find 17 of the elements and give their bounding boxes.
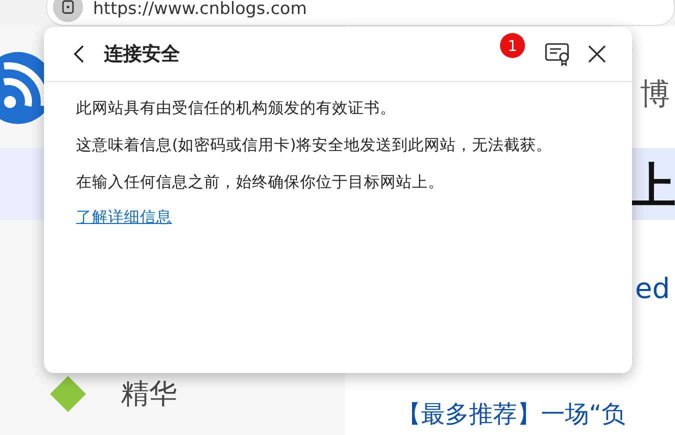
sidebar-item[interactable]: 精华 (121, 378, 177, 410)
info-paragraph: 在输入任何信息之前，始终确保你位于目标网站上。 (76, 172, 445, 193)
post-link[interactable]: ed (635, 272, 670, 305)
recommend-link[interactable]: 【最多推荐】一场“负 (397, 398, 626, 430)
close-icon (586, 43, 608, 65)
post-title: 上 (628, 160, 675, 213)
notification-badge: 1 (500, 33, 525, 58)
info-paragraph: 这意味着信息(如密码或信用卡)将安全地发送到此网站，无法截获。 (76, 135, 554, 156)
certificate-icon (544, 41, 572, 67)
popup-title: 连接安全 (104, 42, 180, 67)
diamond-icon (50, 376, 86, 412)
info-paragraph: 此网站具有由受信任的机构颁发的有效证书。 (76, 98, 397, 119)
lock-icon[interactable] (53, 0, 83, 22)
address-bar[interactable]: https://www.cnblogs.com (46, 0, 675, 26)
blog-heading: 博 (640, 76, 670, 114)
url-text: https://www.cnblogs.com (93, 0, 307, 19)
learn-more-link[interactable]: 了解详细信息 (76, 208, 172, 226)
